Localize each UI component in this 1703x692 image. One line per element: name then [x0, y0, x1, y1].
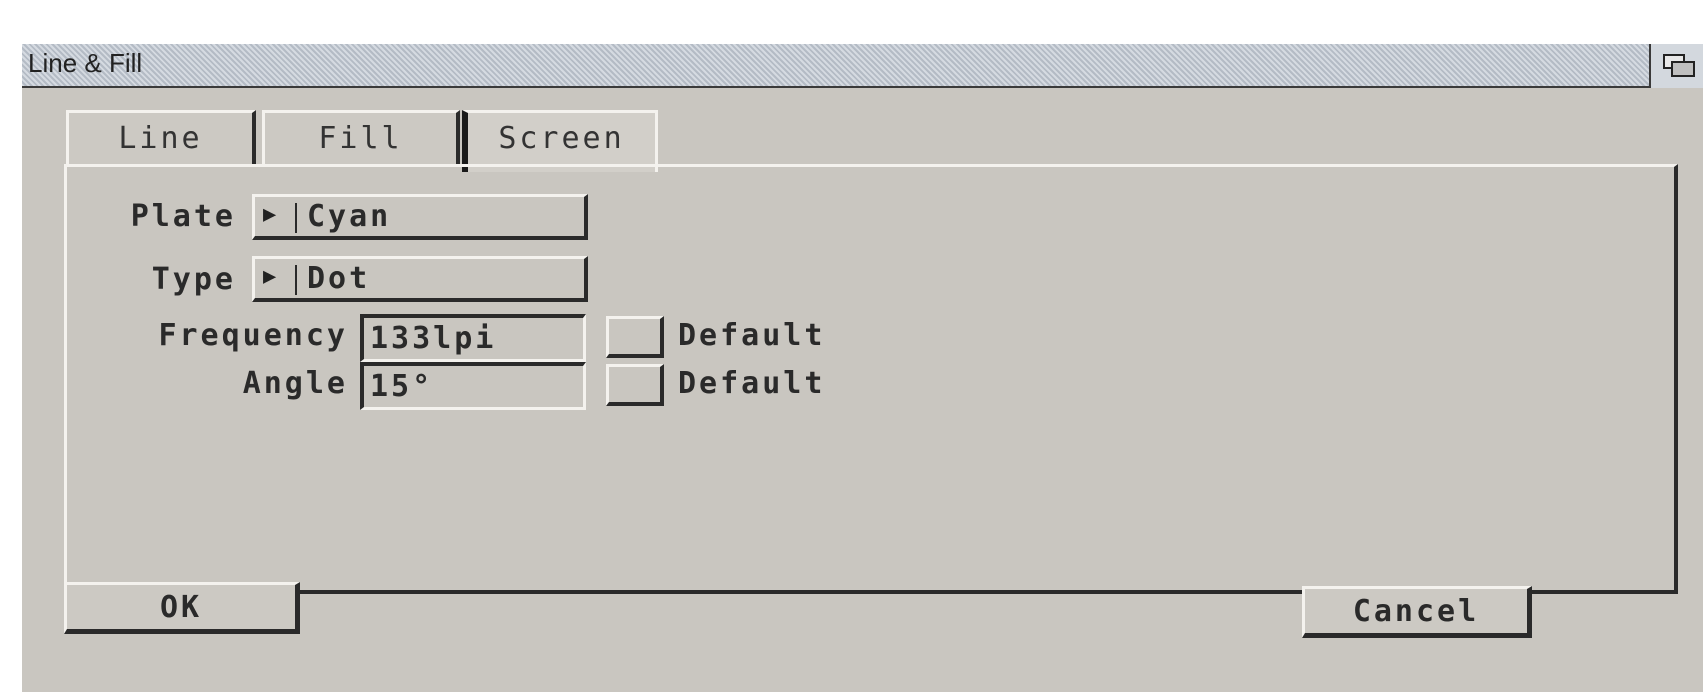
ok-button[interactable]: OK	[64, 582, 300, 634]
angle-default-label: Default	[678, 366, 826, 401]
frequency-field[interactable]	[360, 314, 586, 362]
cycle-arrow-icon: ▶	[263, 202, 277, 227]
window-depth-icon[interactable]	[1649, 44, 1703, 88]
frequency-default-label: Default	[678, 318, 826, 353]
angle-default-checkbox[interactable]	[606, 364, 664, 406]
type-cycle[interactable]: ▶ Dot	[252, 256, 588, 302]
frequency-label: Frequency	[158, 318, 348, 353]
angle-field[interactable]	[360, 362, 586, 410]
plate-value: Cyan	[307, 199, 392, 234]
tab-fill[interactable]: Fill	[262, 110, 460, 166]
plate-cycle[interactable]: ▶ Cyan	[252, 194, 588, 240]
plate-label: Plate	[130, 199, 236, 234]
type-value: Dot	[307, 261, 371, 296]
cancel-button[interactable]: Cancel	[1302, 586, 1532, 638]
cycle-arrow-icon: ▶	[263, 264, 277, 289]
tab-line[interactable]: Line	[66, 110, 256, 166]
title-bar[interactable]: Line & Fill	[22, 44, 1703, 88]
window-title: Line & Fill	[28, 48, 143, 78]
frequency-default-checkbox[interactable]	[606, 316, 664, 358]
line-fill-window: Line & Fill Line Fill Screen Plate ▶ Cya…	[22, 44, 1703, 692]
tab-screen[interactable]: Screen	[462, 110, 658, 172]
type-label: Type	[151, 262, 236, 297]
angle-label: Angle	[242, 366, 348, 401]
